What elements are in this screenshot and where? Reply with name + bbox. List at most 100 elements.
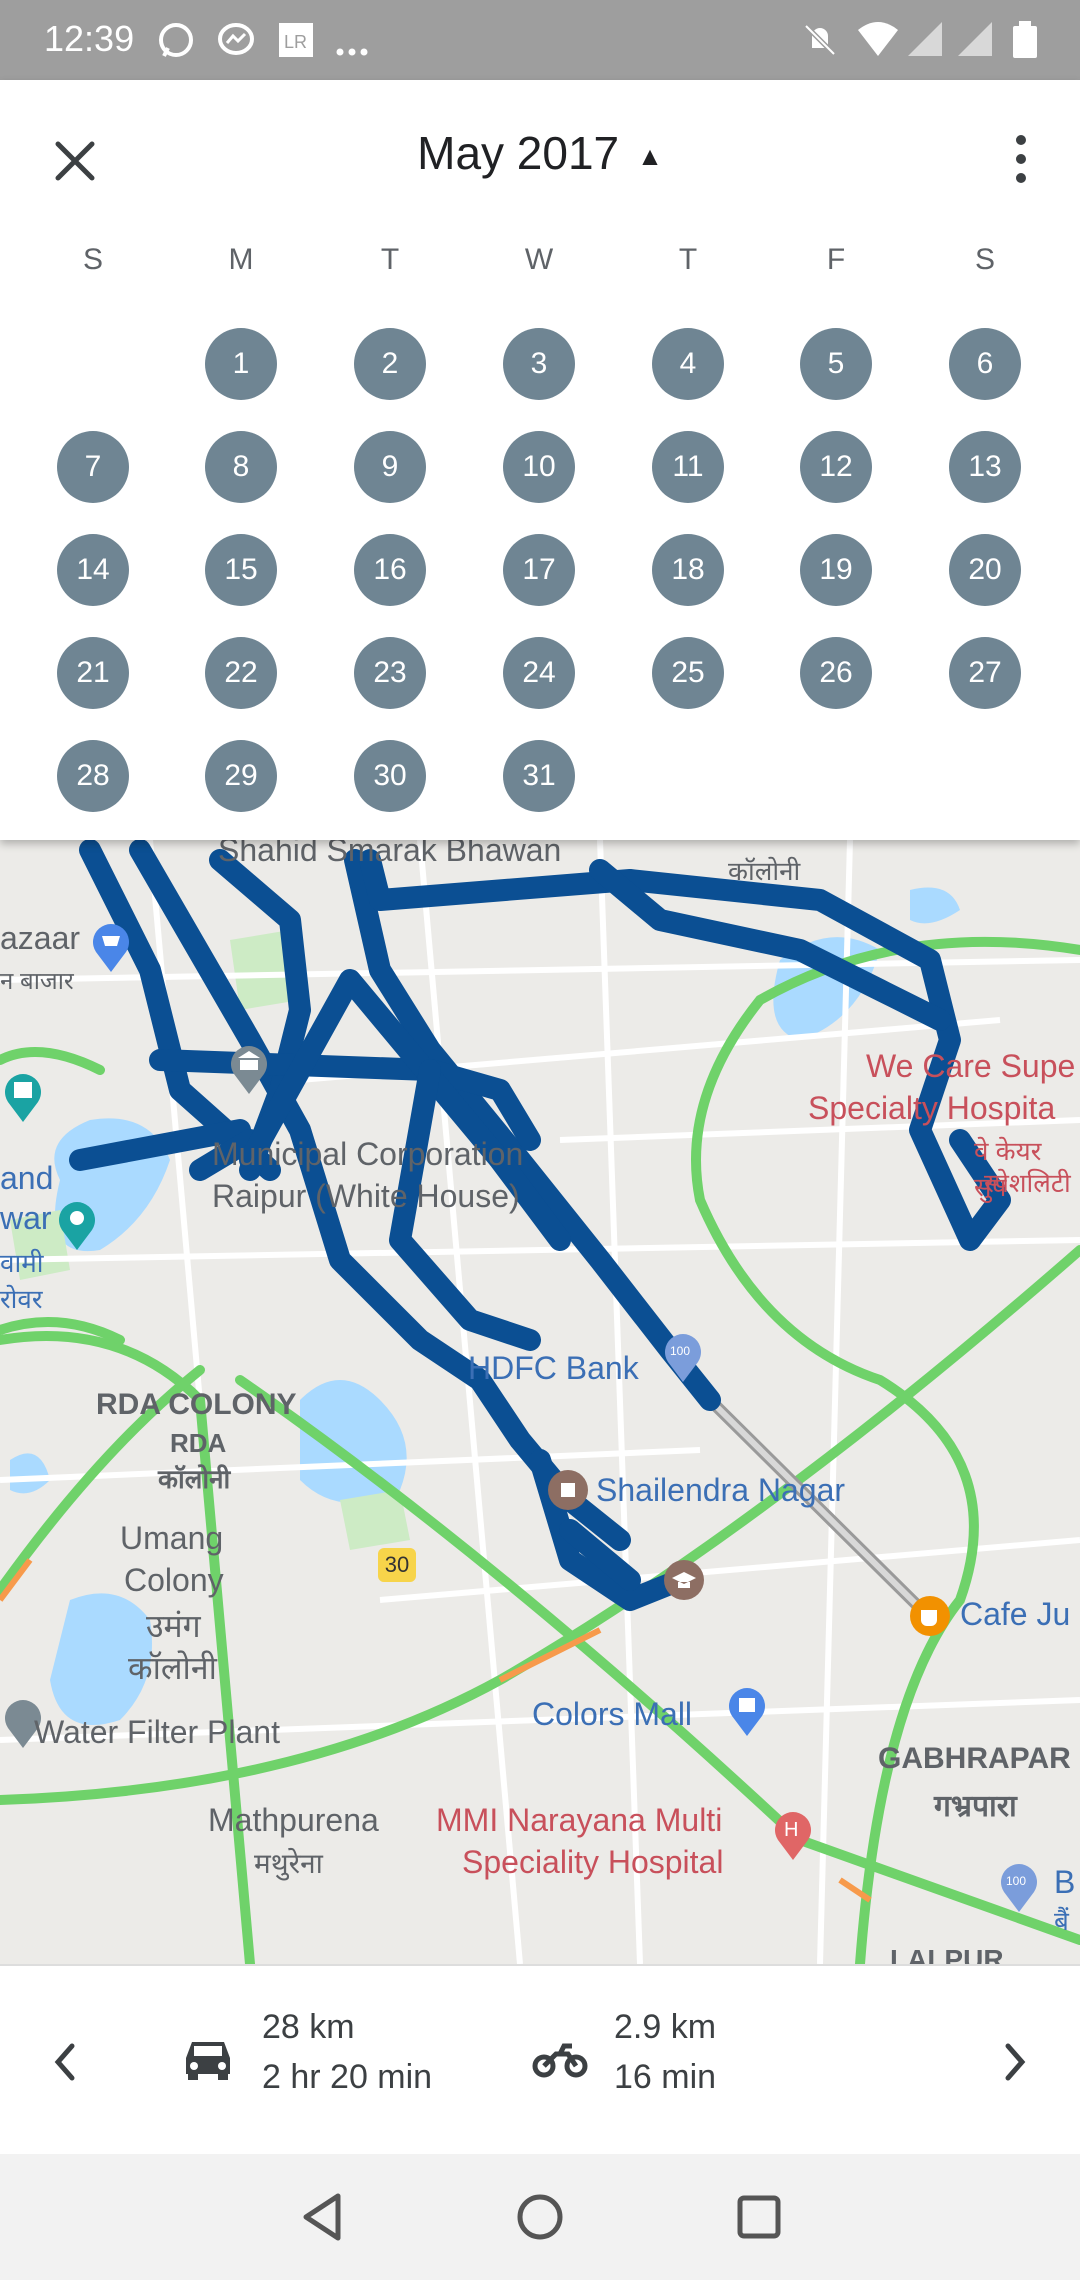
weekday-header: M [228,243,254,276]
bank-pin-2-icon[interactable]: 100 [996,1858,1042,1914]
bike-distance: 2.9 km [614,2008,717,2046]
trip-summary-bar: 28 km 2 hr 20 min 2.9 km 16 min [0,1964,1080,2156]
map-label-colors-mall: Colors Mall [532,1696,693,1732]
calendar-day[interactable]: 3 [503,328,575,400]
school-marker-icon[interactable] [662,1558,706,1602]
bike-stats: 2.9 km 16 min [614,2002,716,2102]
map-label-rda-1: RDA COLONY [96,1388,297,1421]
map-label-mathpurena-2: मथुरेना [254,1848,323,1879]
camera-pin-icon[interactable] [54,1196,100,1252]
map-label-municipal-1: Municipal Corporation [212,1136,524,1172]
calendar-day[interactable]: 18 [652,534,724,606]
calendar-day[interactable]: 28 [57,740,129,812]
mall-pin-icon[interactable] [724,1682,770,1738]
calendar-panel: May 2017 ▲ SMTWTFS 1 2 3 4 5 6 7 8 9 10 11 12 13 14 15 1… [0,80,1080,840]
map-label-umang-3: उमंग [146,1608,201,1644]
calendar-day[interactable]: 22 [205,637,277,709]
calendar-day[interactable]: 19 [800,534,872,606]
month-title: May 2017 [417,127,620,179]
calendar-day[interactable]: 4 [652,328,724,400]
signal-icon [908,22,942,56]
calendar-day[interactable]: 20 [949,534,1021,606]
calendar-day[interactable]: 2 [354,328,426,400]
lightroom-icon: LR [279,23,313,57]
calendar-day[interactable]: 11 [652,431,724,503]
month-selector[interactable]: May 2017 ▲ [0,126,1080,180]
status-bar: 12:39 LR [0,0,1080,80]
car-stats: 28 km 2 hr 20 min [262,2002,432,2102]
map-label-umang-1: Umang [120,1520,224,1556]
weekday-header: F [826,243,846,276]
calendar-day[interactable]: 7 [57,431,129,503]
wifi-icon [858,22,898,56]
calendar-day[interactable]: 14 [57,534,129,606]
map-label-and: and [0,1160,54,1196]
calendar-day[interactable]: 15 [205,534,277,606]
calendar-day[interactable]: 6 [949,328,1021,400]
svg-text:H: H [784,1819,798,1841]
status-time: 12:39 [44,18,135,59]
calendar-day[interactable]: 27 [949,637,1021,709]
map-label-umang-4: कॉलोनी [128,1650,217,1686]
map-label-bazaar: azaar [0,920,81,956]
calendar-day[interactable]: 10 [503,431,575,503]
bike-duration: 16 min [614,2058,717,2096]
map-label-mmi-1: MMI Narayana Multi [436,1802,723,1838]
calendar-day[interactable]: 25 [652,637,724,709]
calendar-day[interactable]: 17 [503,534,575,606]
weekday-header: W [524,243,554,276]
map-label-shahid: Shahid Smarak Bhawan [218,840,562,868]
metro-pin-icon[interactable] [0,1068,46,1124]
mute-icon [804,24,836,56]
road-shield-badge: 30 [378,1548,416,1582]
calendar-day[interactable]: 24 [503,637,575,709]
map-label-hdfc: HDFC Bank [468,1350,639,1386]
calendar-day[interactable]: 13 [949,431,1021,503]
bank-pin-icon[interactable]: 100 [660,1328,706,1384]
hospital-pin-icon[interactable]: H [770,1806,816,1862]
calendar-day[interactable]: 21 [57,637,129,709]
whatsapp-icon [159,23,193,57]
map-label-war: war [0,1200,52,1236]
previous-day-icon[interactable] [40,2032,90,2092]
map-label-we-care-hi-2: स्पेशलिटी [984,1168,1071,1198]
map-label-cafe: Cafe Ju [960,1596,1071,1632]
calendar-day[interactable]: 31 [503,740,575,812]
next-day-icon[interactable] [990,2032,1040,2092]
car-duration: 2 hr 20 min [262,2058,433,2096]
calendar-day[interactable]: 23 [354,637,426,709]
map-view[interactable]: 100 H 100 30 Shahid Smarak Bhawan कॉलोनी… [0,840,1080,1964]
recents-icon[interactable] [724,2182,794,2252]
map-label-vami: वामी [0,1248,44,1278]
stop-marker-icon[interactable] [546,1468,590,1512]
battery-icon [1013,21,1037,58]
calendar-day[interactable]: 5 [800,328,872,400]
cafe-marker-icon[interactable] [908,1594,952,1638]
map-label-mathpurena-1: Mathpurena [208,1802,379,1838]
caret-up-icon: ▲ [637,141,663,172]
signal-2-icon [958,22,992,56]
calendar-day[interactable]: 9 [354,431,426,503]
calendar-day[interactable]: 29 [205,740,277,812]
calendar-day[interactable]: 1 [205,328,277,400]
calendar-day[interactable]: 12 [800,431,872,503]
calendar-day[interactable]: 8 [205,431,277,503]
government-pin-icon[interactable] [226,1040,272,1096]
map-label-rda-2: RDA [170,1428,227,1458]
more-notifications-icon [336,48,368,56]
motorcycle-icon [532,2043,588,2078]
calendar-day[interactable]: 16 [354,534,426,606]
weekday-header: T [678,243,698,276]
map-label-mmi-2: Speciality Hospital [462,1844,724,1880]
map-label-ba: B [1054,1864,1076,1900]
svg-text:LR: LR [284,32,307,52]
back-icon[interactable] [288,2182,358,2252]
calendar-day[interactable]: 30 [354,740,426,812]
more-options-icon[interactable] [996,126,1046,196]
calendar-day[interactable]: 26 [800,637,872,709]
map-label-water-filter: Water Filter Plant [34,1714,280,1750]
home-icon[interactable] [505,2182,575,2252]
weekday-header: T [380,243,400,276]
shopping-pin-icon[interactable] [88,918,134,974]
map-label-we-care-1: We Care Supe [866,1048,1076,1084]
